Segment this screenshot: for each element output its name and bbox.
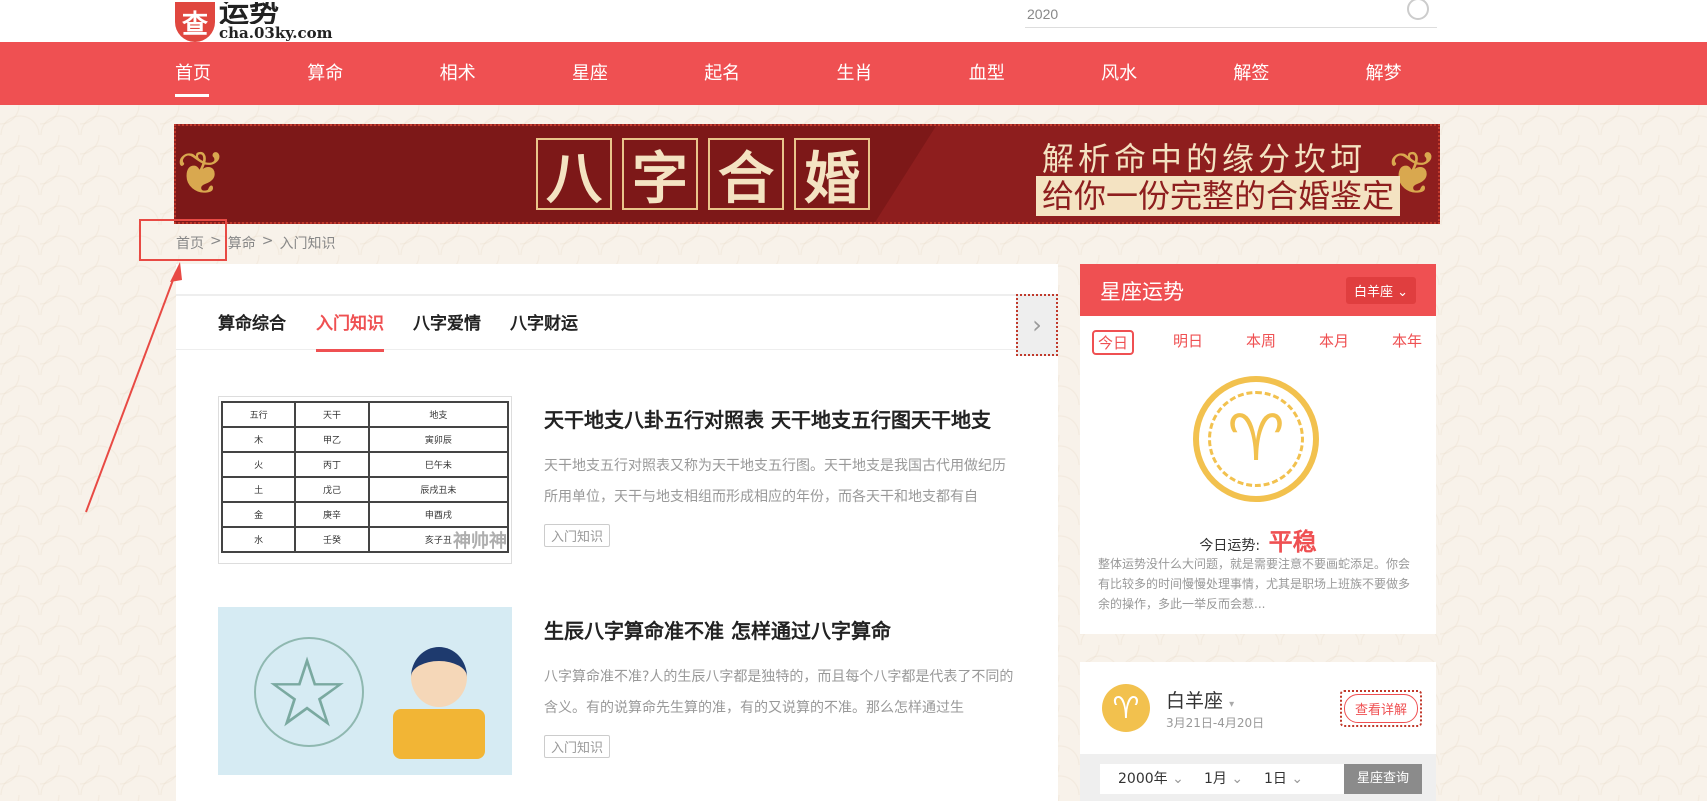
logo-title: 运势 <box>219 2 279 24</box>
breadcrumb-current: 入门知识 <box>279 236 336 252</box>
aries-medal-icon: ♈ <box>1193 376 1319 502</box>
nav-item-xuexing[interactable]: 血型 <box>969 42 1101 105</box>
article-thumbnail[interactable]: 五行 天干 地支 木甲乙 寅卯辰 火丙丁 巳午未 土戊己 辰戌丑未 金庚辛 申酉戌 水壬癸亥… <box>218 396 512 564</box>
child-illustration <box>383 647 493 767</box>
birthday-query-form: 2000年 ⌄ 1月 ⌄ 1日 ⌄ 星座查询 <box>1080 754 1436 801</box>
breadcrumb-separator: > <box>261 233 274 249</box>
fortune-description: 整体运势没什么大问题，就是需要注意不要画蛇添足。你会有比较多的时间慢慢处理事情，… <box>1098 557 1411 611</box>
category-tabs: 算命综合 入门知识 八字爱情 八字财运 › <box>176 294 1058 356</box>
sign-dropdown-value: 白羊座 <box>1353 285 1393 300</box>
nav-item-suanming[interactable]: 算命 <box>307 42 439 105</box>
tab-today[interactable]: 今日 <box>1092 330 1135 355</box>
tab-this-month[interactable]: 本月 <box>1315 330 1353 355</box>
nav-item-xingzuo[interactable]: 星座 <box>572 42 704 105</box>
fortune-value: 平稳 <box>1268 528 1317 556</box>
horoscope-header: 星座运势 白羊座 ⌄ <box>1080 264 1436 316</box>
tab-suanming-zonghe[interactable]: 算命综合 <box>218 296 286 352</box>
article-title[interactable]: 生辰八字算命准不准 怎样通过八字算命 <box>544 615 1024 644</box>
article-summary: 八字算命准不准?人的生辰八字都是独特的，而且每个八字都是代表了不同的含义。有的说… <box>544 669 1014 716</box>
year-select[interactable]: 2000年 ⌄ <box>1100 764 1190 794</box>
pentagram-icon: ☆ <box>264 637 351 749</box>
nav-item-jiemeng[interactable]: 解梦 <box>1366 42 1498 105</box>
banner-char: 八 <box>536 138 612 212</box>
search-bar <box>1025 0 1437 28</box>
chevron-down-icon: ⌄ <box>1397 285 1408 300</box>
chevron-right-icon[interactable]: › <box>1016 294 1058 356</box>
article-summary: 天干地支五行对照表又称为天干地支五行图。天干地支是我国古代用做纪历所用单位，天干… <box>544 458 1006 505</box>
nav-item-shengxiao[interactable]: 生肖 <box>836 42 968 105</box>
month-select[interactable]: 1月 ⌄ <box>1190 764 1250 794</box>
list-item[interactable]: ☆ 生辰八字算命准不准 怎样通过八字算命 八字算命准不准?人的生辰八字都是独特的… <box>218 607 1018 777</box>
fortune-label: 今日运势: <box>1199 538 1261 554</box>
sign-dropdown[interactable]: 白羊座 ⌄ <box>1345 277 1416 304</box>
tab-this-year[interactable]: 本年 <box>1388 330 1426 355</box>
article-tag[interactable]: 入门知识 <box>544 524 611 547</box>
site-logo[interactable]: 查 运势 cha.03ky.com <box>175 0 332 42</box>
fortune-summary: 今日运势: 平稳 <box>1080 522 1436 557</box>
sign-lookup-widget: ♈ 白羊座 ▾ 3月21日-4月20日 查看详解 2000年 ⌄ 1月 ⌄ 1日… <box>1080 662 1436 801</box>
tab-bazi-caiyun[interactable]: 八字财运 <box>510 296 578 352</box>
sign-name[interactable]: 白羊座 ▾ <box>1166 686 1234 713</box>
tab-this-week[interactable]: 本周 <box>1242 330 1280 355</box>
caret-down-icon: ▾ <box>1229 699 1235 710</box>
article-tag[interactable]: 入门知识 <box>544 735 611 758</box>
tab-rumen-zhishi[interactable]: 入门知识 <box>316 296 384 352</box>
banner-char: 合 <box>708 138 784 212</box>
period-tabs: 今日 明日 本周 本月 本年 <box>1092 330 1426 355</box>
banner-subtagline: 给你一份完整的合婚鉴定 <box>1036 176 1401 216</box>
aries-icon: ♈ <box>1102 684 1150 732</box>
breadcrumb-category[interactable]: 算命 <box>228 233 256 253</box>
annotation-highlight-box <box>139 219 227 261</box>
tab-bazi-aiqing[interactable]: 八字爱情 <box>413 296 481 352</box>
banner-tagline: 解析命中的缘分坎坷 <box>1042 140 1367 178</box>
horoscope-title: 星座运势 <box>1100 280 1184 304</box>
logo-mark: 查 <box>175 2 215 42</box>
sign-query-button[interactable]: 星座查询 <box>1344 764 1422 794</box>
banner-char: 字 <box>622 138 698 212</box>
banner-title: 八 字 合 婚 <box>536 138 870 212</box>
nav-item-qiming[interactable]: 起名 <box>704 42 836 105</box>
list-item[interactable]: 五行 天干 地支 木甲乙 寅卯辰 火丙丁 巳午未 土戊己 辰戌丑未 金庚辛 申酉戌 水壬癸亥… <box>218 396 1018 566</box>
article-title[interactable]: 天干地支八卦五行对照表 天干地支五行图天干地支 <box>544 404 1024 433</box>
nav-item-xiangshu[interactable]: 相术 <box>440 42 572 105</box>
nav-item-jieqian[interactable]: 解签 <box>1233 42 1365 105</box>
nav-item-fengshui[interactable]: 风水 <box>1101 42 1233 105</box>
promo-banner[interactable]: ❦ ❦ 八 字 合 婚 解析命中的缘分坎坷 给你一份完整的合婚鉴定 <box>174 124 1440 224</box>
search-icon[interactable] <box>1407 0 1429 20</box>
tab-tomorrow[interactable]: 明日 <box>1169 330 1207 355</box>
article-list-panel: 算命综合 入门知识 八字爱情 八字财运 › 五行 天干 地支 木甲乙 寅卯辰 火丙丁巳… <box>176 264 1058 801</box>
logo-domain: cha.03ky.com <box>219 24 333 42</box>
horoscope-widget: 星座运势 白羊座 ⌄ 今日 明日 本周 本月 本年 ♈ 今日运势: 平稳 整体运… <box>1080 264 1436 634</box>
main-nav: 首页 算命 相术 星座 起名 生肖 血型 风水 解签 解梦 <box>0 42 1707 105</box>
ornament-icon: ❦ <box>176 139 227 209</box>
day-select[interactable]: 1日 ⌄ <box>1250 764 1344 794</box>
watermark: 神帅神 <box>453 531 507 552</box>
sign-dates: 3月21日-4月20日 <box>1166 716 1265 730</box>
search-input[interactable] <box>1025 5 1405 22</box>
top-bar: 查 运势 cha.03ky.com <box>0 0 1707 42</box>
view-details-button[interactable]: 查看详解 <box>1339 690 1422 727</box>
banner-char: 婚 <box>794 138 870 212</box>
nav-item-home[interactable]: 首页 <box>175 42 307 105</box>
article-thumbnail[interactable]: ☆ <box>218 607 512 775</box>
